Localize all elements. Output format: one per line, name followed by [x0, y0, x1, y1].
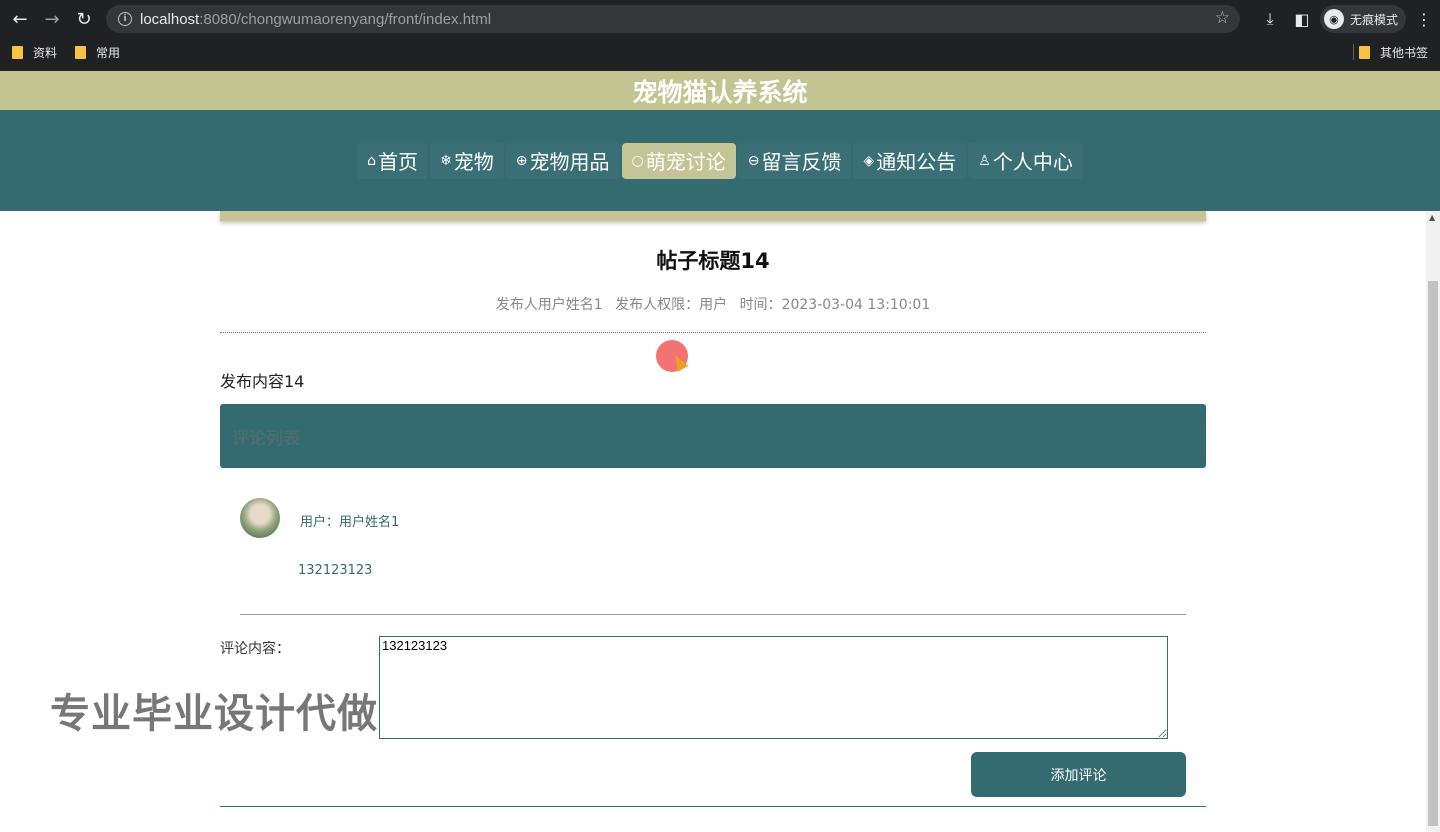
nav-item-notices[interactable]: ◈ 通知公告	[853, 143, 966, 179]
folder-icon	[12, 45, 23, 59]
comment-user: 用户：用户姓名1	[300, 515, 400, 530]
incognito-label: 无痕模式	[1349, 12, 1398, 27]
incognito-icon: ◉	[1323, 9, 1344, 29]
post-time: 时间：2023-03-04 13:10:01	[739, 297, 931, 313]
snowflake-icon: ❄	[440, 152, 452, 169]
main-nav: ⌂ 首页 ❄ 宠物 ⊕ 宠物用品 ○ 萌宠讨论 ⊖ 留言反馈 ◈ 通知公告 ♙ 个人中心	[0, 110, 1440, 211]
nav-label: 留言反馈	[761, 150, 842, 174]
smile-icon: ○	[631, 152, 644, 169]
print-icon: ⊖	[747, 152, 760, 169]
divider	[220, 806, 1206, 807]
menu-icon[interactable]: ⋮	[1408, 3, 1440, 35]
scroll-up-icon[interactable]: ▲	[1429, 213, 1435, 222]
post-role: 发布人权限：用户	[615, 297, 728, 313]
comment-input[interactable]: 132123123	[379, 636, 1168, 739]
address-row: ← → ↻ i localhost:8080/chongwumaorenyang…	[0, 0, 1440, 38]
post-author: 发布人用户姓名1	[495, 297, 603, 313]
nav-item-supplies[interactable]: ⊕ 宠物用品	[506, 143, 620, 179]
forward-icon[interactable]: →	[36, 3, 68, 35]
watermark-text: 专业毕业设计代做	[50, 691, 378, 737]
divider	[220, 332, 1206, 333]
post-title: 帖子标题14	[656, 249, 770, 273]
globe-icon: ⊕	[515, 152, 528, 169]
folder-icon	[1358, 45, 1370, 59]
bookmark-ziliao[interactable]: 资料	[12, 44, 57, 61]
scrollbar[interactable]: ▲	[1426, 211, 1440, 832]
site-title: 宠物猫认养系统	[0, 71, 1440, 110]
reload-icon[interactable]: ↻	[68, 3, 100, 35]
avatar	[240, 498, 280, 538]
bookmark-separator	[1353, 44, 1354, 60]
sidepanel-icon[interactable]: ◧	[1286, 3, 1318, 35]
address-bar[interactable]: i localhost:8080/chongwumaorenyang/front…	[106, 5, 1240, 33]
url-path: :8080/chongwumaorenyang/front/index.html	[199, 10, 492, 28]
nav-label: 首页	[378, 150, 419, 174]
breadcrumb-strip	[220, 211, 1206, 221]
back-icon[interactable]: ←	[4, 3, 36, 35]
folder-icon	[75, 45, 87, 59]
nav-item-feedback[interactable]: ⊖ 留言反馈	[738, 143, 852, 179]
comment-item: 用户：用户姓名1 132123123	[240, 498, 1180, 594]
post-meta: 发布人用户姓名1 发布人权限：用户 时间：2023-03-04 13:10:01	[220, 294, 1206, 314]
url-text[interactable]: localhost:8080/chongwumaorenyang/front/i…	[140, 11, 491, 28]
layers-icon: ◈	[863, 152, 875, 169]
bookmark-changyong[interactable]: 常用	[75, 44, 120, 61]
site-info-icon[interactable]: i	[118, 12, 132, 26]
incognito-badge[interactable]: ◉ 无痕模式	[1319, 5, 1406, 33]
browser-chrome: ← → ↻ i localhost:8080/chongwumaorenyang…	[0, 0, 1440, 71]
page: 宠物猫认养系统 ⌂ 首页 ❄ 宠物 ⊕ 宠物用品 ○ 萌宠讨论 ⊖ 留言反馈 ◈ 通知公告 …	[0, 71, 1440, 832]
bookmark-label: 常用	[96, 45, 121, 60]
nav-label: 宠物	[453, 150, 494, 174]
nav-item-home[interactable]: ⌂ 首页	[357, 143, 428, 179]
home-icon: ⌂	[367, 152, 377, 169]
post-content: 发布内容14	[220, 372, 305, 391]
divider	[240, 614, 1186, 615]
browser-actions: ⤓ ◧ ◉ 无痕模式 ⋮	[1254, 0, 1440, 38]
bookmarks-bar: 资料 常用 其他书签	[0, 40, 1440, 64]
nav-label: 通知公告	[876, 150, 957, 174]
user-icon: ♙	[978, 152, 991, 169]
url-host: localhost	[140, 10, 200, 28]
nav-item-pets[interactable]: ❄ 宠物	[430, 143, 504, 179]
bookmark-label: 资料	[33, 45, 58, 60]
download-icon[interactable]: ⤓	[1254, 3, 1286, 35]
add-comment-button[interactable]: 添加评论	[971, 752, 1186, 797]
comments-header: 评论列表	[220, 404, 1206, 468]
scrollbar-thumb[interactable]	[1428, 281, 1438, 826]
other-bookmarks[interactable]: 其他书签	[1358, 44, 1428, 61]
nav-label: 萌宠讨论	[645, 150, 726, 174]
nav-item-profile[interactable]: ♙ 个人中心	[968, 143, 1083, 179]
nav-label: 宠物用品	[529, 150, 610, 174]
comment-text: 132123123	[298, 563, 373, 578]
comment-form-label: 评论内容：	[220, 641, 290, 657]
nav-label: 个人中心	[992, 150, 1073, 174]
nav-item-discussion[interactable]: ○ 萌宠讨论	[621, 142, 736, 179]
bookmark-star-icon[interactable]: ☆	[1215, 8, 1230, 28]
bookmark-label: 其他书签	[1379, 45, 1428, 60]
